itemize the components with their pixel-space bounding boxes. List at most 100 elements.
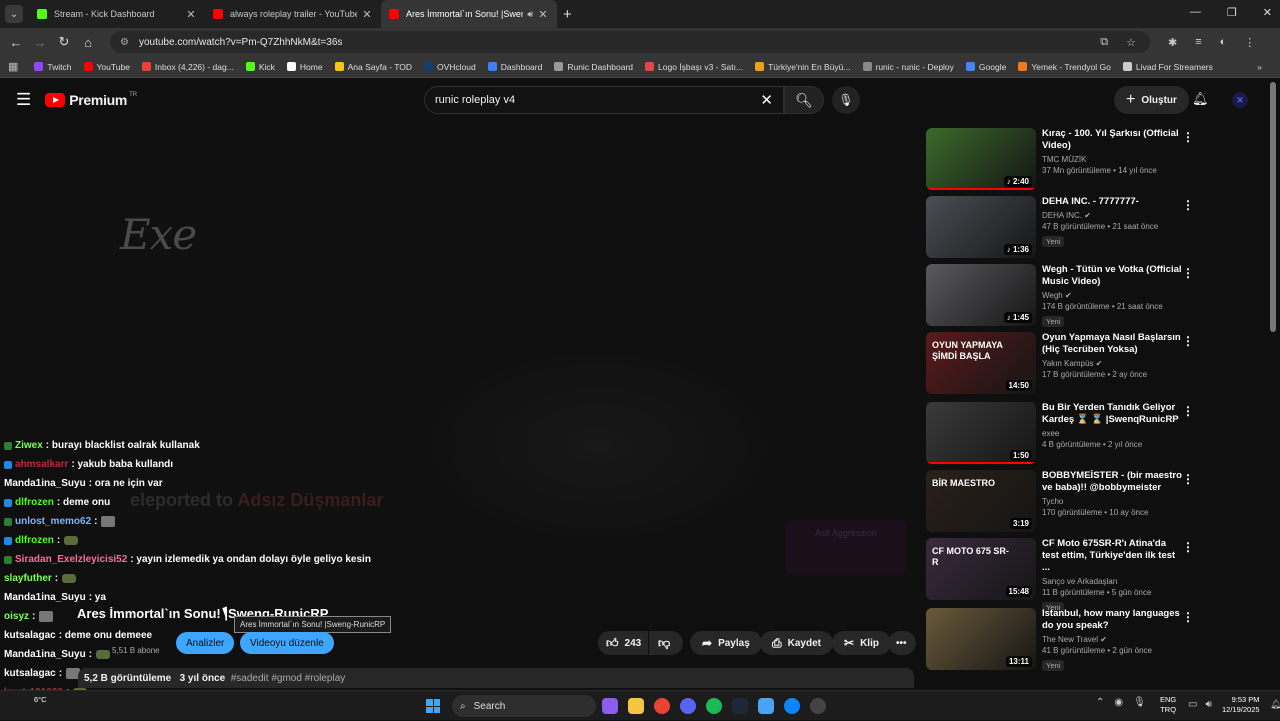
dislike-button[interactable]: 👎︎ xyxy=(649,631,683,655)
clear-search-icon[interactable]: ✕ xyxy=(760,91,773,109)
bookmark-item[interactable]: Runic Dashboard xyxy=(554,62,633,72)
recommended-video[interactable]: OYUN YAPMAYA ŞİMDİ BAŞLA 14:50 Oyun Yapmay… xyxy=(924,332,1264,396)
obs-icon[interactable] xyxy=(810,698,826,714)
video-thumbnail[interactable]: 1:50 xyxy=(926,402,1036,464)
description-box[interactable]: 5,2 B görüntüleme 3 yıl önce #sadedit #g… xyxy=(78,668,914,688)
address-bar[interactable]: ⚙ youtube.com/watch?v=Pm-Q7ZhhNkM&t=36s … xyxy=(110,31,1150,53)
tray-app-icon[interactable]: ◉ xyxy=(1114,697,1123,708)
recommended-video[interactable]: ♪ 2:40 Kıraç - 100. Yıl Şarkısı (Official… xyxy=(924,128,1264,192)
tab-close-icon[interactable]: ✕ xyxy=(185,8,197,21)
extensions-icon[interactable]: ✱ xyxy=(1168,36,1177,49)
bookmark-item[interactable]: Twitch xyxy=(34,62,72,72)
bookmark-item[interactable]: Kick xyxy=(245,62,275,72)
browser-tab[interactable]: Ares İmmortal`ın Sonu! |Sweng 🔊︎ ✕ xyxy=(381,0,557,28)
video-thumbnail[interactable]: 13:11 xyxy=(926,608,1036,670)
hashtags[interactable]: #sadedit #gmod #roleplay xyxy=(231,673,346,684)
bookmark-item[interactable]: Yemek - Trendyol Go xyxy=(1018,62,1111,72)
bookmark-item[interactable]: Inbox (4,226) - dag... xyxy=(141,62,234,72)
recommended-video[interactable]: 1:50 Bu Bir Yerden Tanıdık Geliyor Kardeş… xyxy=(924,402,1264,466)
video-menu-icon[interactable]: ⋮ xyxy=(1182,404,1194,418)
weather-widget[interactable]: 6°C xyxy=(34,695,47,704)
browser-menu-icon[interactable]: ⋮ xyxy=(1244,36,1255,49)
taskbar-search[interactable]: ⌕ Search xyxy=(452,695,596,717)
video-thumbnail[interactable]: OYUN YAPMAYA ŞİMDİ BAŞLA 14:50 xyxy=(926,332,1036,394)
minimize-icon[interactable]: — xyxy=(1190,6,1201,19)
more-actions-button[interactable]: ••• xyxy=(888,631,916,655)
bookmark-item[interactable]: OVHcloud xyxy=(424,62,476,72)
file-explorer-icon[interactable] xyxy=(628,698,644,714)
bookmark-item[interactable]: Livad For Streamers xyxy=(1122,62,1213,72)
recommended-video[interactable]: ♪ 1:36 DEHA INC. - 7777777- DEHA INC. ✔ 47 … xyxy=(924,196,1264,260)
steam-icon[interactable] xyxy=(732,698,748,714)
clip-button[interactable]: ✂ Klip xyxy=(832,631,891,655)
chrome-icon[interactable] xyxy=(654,698,670,714)
tray-chevron-icon[interactable]: ⌃ xyxy=(1096,697,1104,708)
video-thumbnail[interactable]: ♪ 1:45 xyxy=(926,264,1036,326)
recommended-video[interactable]: CF MOTO 675 SR-R 15:48 CF Moto 675SR-R'ı A… xyxy=(924,538,1264,613)
search-button[interactable]: 🔍︎ xyxy=(784,86,824,114)
back-icon[interactable]: ← xyxy=(4,35,28,50)
tab-close-icon[interactable]: ✕ xyxy=(537,8,549,21)
video-thumbnail[interactable]: ♪ 1:36 xyxy=(926,196,1036,258)
like-button[interactable]: 👍︎ 243 xyxy=(598,631,648,655)
video-menu-icon[interactable]: ⋮ xyxy=(1182,198,1194,212)
app-g-icon[interactable] xyxy=(758,698,774,714)
video-thumbnail[interactable]: CF MOTO 675 SR-R 15:48 xyxy=(926,538,1036,600)
share-button[interactable]: ➦ Paylaş xyxy=(690,631,762,655)
recommended-video[interactable]: ♪ 1:45 Wegh - Tütün ve Votka (Official Mu… xyxy=(924,264,1264,328)
video-menu-icon[interactable]: ⋮ xyxy=(1182,472,1194,486)
video-menu-icon[interactable]: ⋮ xyxy=(1182,610,1194,624)
tab-close-icon[interactable]: ✕ xyxy=(361,8,373,21)
bookmark-item[interactable]: Google xyxy=(965,62,1006,72)
notifications-bell-icon[interactable]: 🔔︎ xyxy=(1192,91,1209,107)
site-info-icon[interactable]: ⚙ xyxy=(120,37,129,48)
analytics-button[interactable]: Analizler xyxy=(176,632,235,654)
discord-icon[interactable] xyxy=(680,698,696,714)
browser-tab[interactable]: always roleplay trailer - YouTube ✕ xyxy=(205,0,381,28)
page-scrollbar[interactable] xyxy=(1270,82,1276,332)
bookmark-item[interactable]: runic - runic - Deploy xyxy=(862,62,954,72)
video-menu-icon[interactable]: ⋮ xyxy=(1182,130,1194,144)
search-input[interactable]: runic roleplay v4 ✕ xyxy=(424,86,784,114)
bookmark-item[interactable]: Logo İşbaşı v3 - Satı... xyxy=(645,62,743,72)
bookmark-item[interactable]: Home xyxy=(286,62,323,72)
windows-start-icon[interactable] xyxy=(426,699,440,713)
bookmark-item[interactable]: Dashboard xyxy=(487,62,542,72)
install-icon[interactable]: ⧉ xyxy=(1100,36,1108,49)
bookmark-star-icon[interactable]: ☆ xyxy=(1126,36,1136,49)
video-menu-icon[interactable]: ⋮ xyxy=(1182,540,1194,554)
tray-mic-icon[interactable]: 🎙︎ xyxy=(1133,697,1146,708)
clock[interactable]: 9:53 PM 12/19/2025 xyxy=(1222,695,1260,715)
tab-search-chevron-icon[interactable]: ⌄ xyxy=(5,5,23,23)
reload-icon[interactable]: ↻ xyxy=(52,34,76,50)
copilot-icon[interactable] xyxy=(602,698,618,714)
network-volume-tray[interactable]: ▭ 🔊︎ xyxy=(1188,699,1212,710)
media-icon[interactable]: ≡ xyxy=(1195,36,1201,49)
app-blue-icon[interactable] xyxy=(784,698,800,714)
video-menu-icon[interactable]: ⋮ xyxy=(1182,266,1194,280)
voice-search-button[interactable]: 🎙︎ xyxy=(832,86,860,114)
recommended-video[interactable]: 13:11 Istanbul, how many languages do you… xyxy=(924,608,1264,672)
video-thumbnail[interactable]: BİR MAESTRO 3:19 xyxy=(926,470,1036,532)
forward-icon[interactable]: → xyxy=(28,35,52,50)
save-button[interactable]: ⎙ Kaydet xyxy=(760,631,833,655)
home-icon[interactable]: ⌂ xyxy=(76,35,100,50)
more-bookmarks-icon[interactable]: » xyxy=(1257,62,1262,72)
new-tab-button[interactable]: + xyxy=(563,6,572,23)
bookmark-item[interactable]: YouTube xyxy=(83,62,130,72)
close-window-icon[interactable]: ✕ xyxy=(1263,6,1272,19)
input-language[interactable]: ENG TRQ xyxy=(1160,695,1176,715)
edit-video-button[interactable]: Videoyu düzenle xyxy=(240,632,334,654)
youtube-premium-logo[interactable]: Premium TR xyxy=(45,92,137,108)
video-thumbnail[interactable]: ♪ 2:40 xyxy=(926,128,1036,190)
hamburger-menu-icon[interactable]: ☰ xyxy=(16,90,31,110)
apps-grid-icon[interactable]: ▦ xyxy=(8,60,18,73)
create-button[interactable]: + Oluştur xyxy=(1114,86,1189,114)
bookmark-item[interactable]: Türkiye'nin En Büyü... xyxy=(755,62,851,72)
restore-icon[interactable]: ❐ xyxy=(1227,6,1237,19)
recommended-video[interactable]: BİR MAESTRO 3:19 BOBBYMEİSTER - (bir maest… xyxy=(924,470,1264,534)
notification-center-icon[interactable]: 🔔︎ xyxy=(1270,699,1280,710)
tab-audio-icon[interactable]: 🔊︎ xyxy=(527,9,533,20)
avatar[interactable]: ✕ xyxy=(1232,92,1248,108)
video-menu-icon[interactable]: ⋮ xyxy=(1182,334,1194,348)
